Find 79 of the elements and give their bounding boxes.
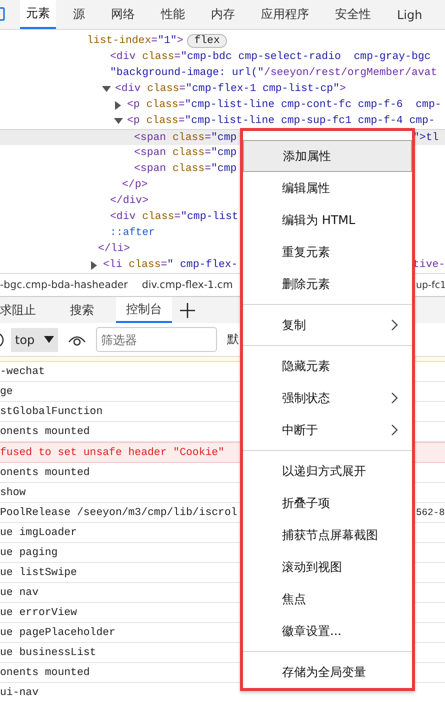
pseudo-element[interactable]: ::after (110, 225, 155, 241)
collapsed-triangle-icon[interactable] (90, 260, 98, 270)
log-message: onents mounted (0, 426, 90, 438)
menu-item[interactable]: 存储为全局变量 (243, 656, 412, 688)
log-message: stGlobalFunction (0, 406, 103, 418)
breadcrumb-item[interactable]: -bgc.cmp-bda-hasheader (0, 280, 128, 290)
html-code-line[interactable]: <p class="cmp-list-line cmp-cont-fc cmp-f-6 cmp- (127, 97, 442, 113)
html-code-line[interactable]: <div class="cmp-list (110, 209, 238, 225)
html-code-line[interactable]: </li> (98, 241, 130, 257)
caret-down-icon[interactable] (44, 336, 54, 343)
html-code-line[interactable]: "background-image: url("/seeyon/rest/orgMember/avat (110, 65, 438, 81)
menu-item[interactable]: 编辑属性 (243, 172, 412, 204)
menu-item[interactable]: 强制状态 (243, 382, 412, 414)
menu-item[interactable]: 删除元素 (243, 268, 412, 300)
html-code-line[interactable]: <div class="cmp-bdc cmp-select-radio cmp-gray-bgc (110, 49, 431, 65)
error-message: fused to set unsafe header "Cookie" (0, 446, 224, 458)
flex-badge[interactable]: flex (187, 34, 227, 48)
log-message: ue nav (0, 586, 38, 598)
drawer-tab[interactable]: 控制台 (116, 297, 172, 323)
log-message: -wechat (0, 366, 45, 378)
menu-item[interactable]: 添加属性 (243, 140, 412, 172)
html-code-line[interactable]: <span class="cmp (134, 130, 237, 146)
panel-tab[interactable]: 性能 (152, 0, 194, 29)
drawer-tab[interactable]: 求阻止 (0, 297, 46, 323)
html-code-line[interactable]: </div> (110, 193, 148, 209)
log-message: ue errorView (0, 606, 77, 618)
log-message: ue listSwipe (0, 566, 77, 578)
html-code-line[interactable]: <div class="cmp-flex-1 cmp-list-cp"> (115, 81, 346, 97)
expanded-triangle-icon[interactable] (102, 85, 111, 93)
html-code-line[interactable]: <p class="cmp-list-line cmp-sup-fc1 cmp-f-4 cmp- (127, 113, 435, 129)
log-message: ui-nav (0, 686, 38, 698)
html-code-fragment: ">tl (413, 131, 439, 146)
log-message: ge (0, 386, 13, 398)
eye-icon (68, 334, 86, 346)
log-message: onents mounted (0, 466, 90, 478)
panel-tab[interactable]: Ligh (388, 0, 432, 29)
log-message: ue pagePlaceholder (0, 626, 116, 638)
menu-item[interactable]: 重复元素 (243, 236, 412, 268)
menu-item[interactable]: 焦点 (243, 583, 412, 615)
breadcrumb-item[interactable]: div.cmp-flex-1.cm (142, 280, 233, 290)
panel-tab[interactable]: 内存 (202, 0, 244, 29)
panel-tab[interactable]: 元素 (20, 0, 56, 29)
menu-item[interactable]: 中断于 (243, 414, 412, 446)
breadcrumb-item[interactable]: up-fc1 (416, 280, 445, 290)
menu-item[interactable]: 折叠子项 (243, 487, 412, 519)
panel-tab[interactable]: 网络 (102, 0, 144, 29)
menu-item[interactable]: 隐藏元素 (243, 350, 412, 382)
log-message: ue paging (0, 546, 58, 558)
menu-item[interactable]: 以递归方式展开 (243, 455, 412, 487)
chevron-right-icon (391, 424, 398, 436)
log-message: ue businessList (0, 646, 96, 658)
expanded-triangle-icon[interactable] (114, 117, 123, 125)
panel-tab[interactable]: 安全性 (326, 0, 380, 29)
chevron-right-icon (391, 319, 398, 331)
menu-item[interactable]: 复制 (243, 309, 412, 341)
filter-field[interactable]: 筛选器 (96, 327, 217, 352)
context-select[interactable]: top (11, 328, 58, 352)
html-code-line[interactable]: <li class=" cmp-flex- (103, 257, 238, 273)
html-code-line[interactable]: </p> (122, 177, 148, 193)
collapsed-triangle-icon[interactable] (114, 100, 122, 110)
html-code-line[interactable]: <span class="cmp (134, 161, 237, 177)
menu-item[interactable]: 徽章设置... (243, 615, 412, 647)
panel-tab[interactable]: 应用程序 (252, 0, 318, 29)
log-levels-dropdown[interactable]: 默 (227, 331, 239, 348)
log-message: show (0, 486, 26, 498)
menu-item[interactable]: 滚动到视图 (243, 551, 412, 583)
menu-item[interactable]: 捕获节点屏幕截图 (243, 519, 412, 551)
menu-item[interactable]: 编辑为 HTML (243, 204, 412, 236)
drawer-tab[interactable]: 搜索 (60, 297, 104, 323)
html-code-fragment: tive- (413, 258, 445, 273)
html-code-line[interactable]: list-index="1"> (87, 33, 184, 49)
log-message: 562-8 (416, 507, 445, 518)
plus-icon[interactable] (180, 302, 195, 318)
log-message: onents mounted (0, 666, 90, 678)
html-code-line[interactable]: <span class="cmp (134, 145, 237, 161)
chevron-right-icon (391, 392, 398, 404)
log-message: PoolRelease /seeyon/m3/cmp/lib/iscrol (0, 506, 238, 518)
log-message: ue imgLoader (0, 526, 77, 538)
panel-tab[interactable]: 源 (64, 0, 94, 29)
